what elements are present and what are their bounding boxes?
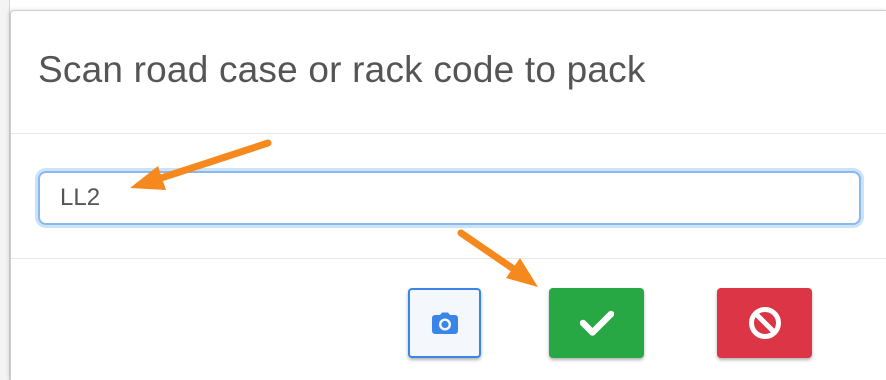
camera-icon xyxy=(431,312,458,334)
cancel-button[interactable] xyxy=(717,288,812,358)
modal-title: Scan road case or rack code to pack xyxy=(38,49,646,90)
check-icon xyxy=(579,310,614,336)
modal-header: Scan road case or rack code to pack xyxy=(11,11,886,134)
camera-scan-button[interactable] xyxy=(408,288,481,358)
confirm-button[interactable] xyxy=(549,288,644,358)
ban-icon xyxy=(748,306,782,340)
background-page xyxy=(0,0,886,10)
scan-modal: Scan road case or rack code to pack xyxy=(10,10,886,380)
modal-body xyxy=(11,135,886,259)
scan-code-input[interactable] xyxy=(38,171,861,225)
background-edge xyxy=(0,0,10,380)
modal-footer xyxy=(11,260,886,380)
